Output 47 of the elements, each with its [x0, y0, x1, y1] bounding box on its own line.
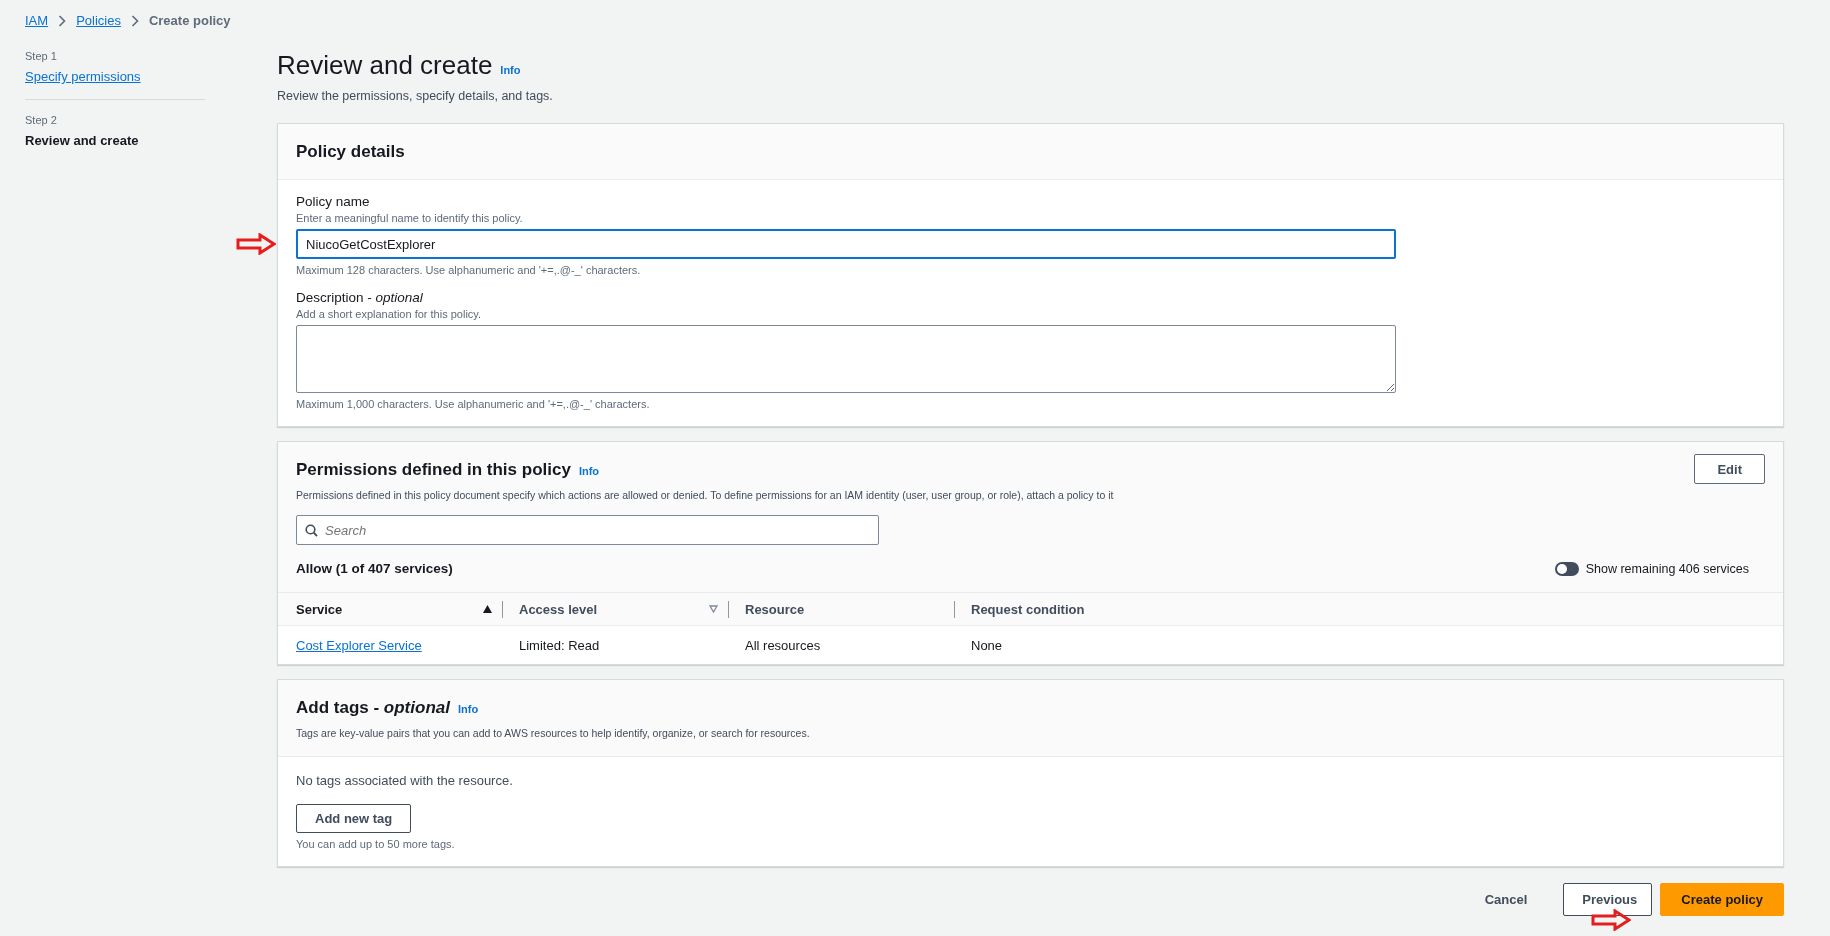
field-label: Policy name	[296, 194, 371, 209]
edit-button[interactable]: Edit	[1694, 454, 1765, 484]
previous-button[interactable]: Previous	[1563, 883, 1653, 916]
step-current: Review and create	[25, 133, 139, 148]
table-cell: All resources	[745, 637, 821, 653]
step-link[interactable]: Specify permissions	[25, 69, 141, 84]
description-field[interactable]	[296, 325, 1396, 393]
allow-heading: Allow (1 of 407 services)	[296, 561, 453, 576]
sort-icon[interactable]	[709, 605, 718, 613]
table-cell: None	[971, 637, 1003, 653]
breadcrumb-current: Create policy	[148, 13, 231, 28]
field-constraint: Maximum 128 characters. Use alphanumeric and '+=,.@-_' characters.	[296, 264, 642, 276]
info-link[interactable]: Info	[578, 465, 600, 477]
section-heading: Policy details	[296, 142, 406, 162]
chevron-right-icon	[58, 14, 67, 27]
section-heading: Add tags - optional	[296, 698, 450, 718]
info-link[interactable]: Info	[500, 64, 521, 76]
create-policy-button[interactable]: Create policy	[1660, 883, 1784, 916]
info-link[interactable]: Info	[457, 703, 479, 715]
cancel-button[interactable]: Cancel	[1456, 883, 1556, 916]
toggle-switch[interactable]	[1554, 561, 1579, 576]
breadcrumb-link[interactable]: IAM	[25, 13, 49, 28]
field-label: Description - optional	[296, 290, 424, 305]
section-heading: Permissions defined in this policy	[296, 460, 571, 480]
annotation-arrow-icon	[1591, 909, 1632, 931]
section-description: Tags are key-value pairs that you can add to AWS resources to help identify, organize, or search for resources.	[296, 727, 811, 739]
add-tag-button[interactable]: Add new tag	[296, 804, 412, 833]
annotation-arrow-icon	[236, 233, 276, 255]
field-hint: Enter a meaningful name to identify this policy.	[296, 212, 524, 224]
toggle-label: Show remaining 406 services	[1585, 561, 1749, 576]
policy-name-field[interactable]: NiucoGetCostExplorer	[296, 229, 1396, 259]
step-number: Step 2	[25, 114, 58, 126]
page-title: Review and create	[277, 50, 493, 81]
sort-ascending-icon[interactable]	[483, 605, 492, 613]
field-hint: Add a short explanation for this policy.	[296, 308, 483, 320]
field-constraint: Maximum 1,000 characters. Use alphanumeric and '+=,.@-_' characters.	[296, 398, 651, 410]
search-field[interactable]: Search	[296, 515, 879, 545]
chevron-right-icon	[130, 14, 139, 27]
table-cell: Limited: Read	[519, 637, 600, 653]
breadcrumb-link[interactable]: Policies	[76, 13, 121, 28]
section-description: Permissions defined in this policy document specify which actions are allowed or denied. To define permissions for an IAM identity (user, user group, or role), attach a policy to it	[296, 489, 1115, 501]
empty-tags-text: No tags associated with the resource.	[296, 773, 514, 788]
service-link[interactable]: Cost Explorer Service	[296, 637, 422, 653]
page-subtitle: Review the permissions, specify details, and tags.	[277, 89, 554, 103]
search-icon	[305, 524, 318, 537]
step-number: Step 1	[25, 50, 58, 62]
tags-limit-text: You can add up to 50 more tags.	[296, 838, 456, 850]
